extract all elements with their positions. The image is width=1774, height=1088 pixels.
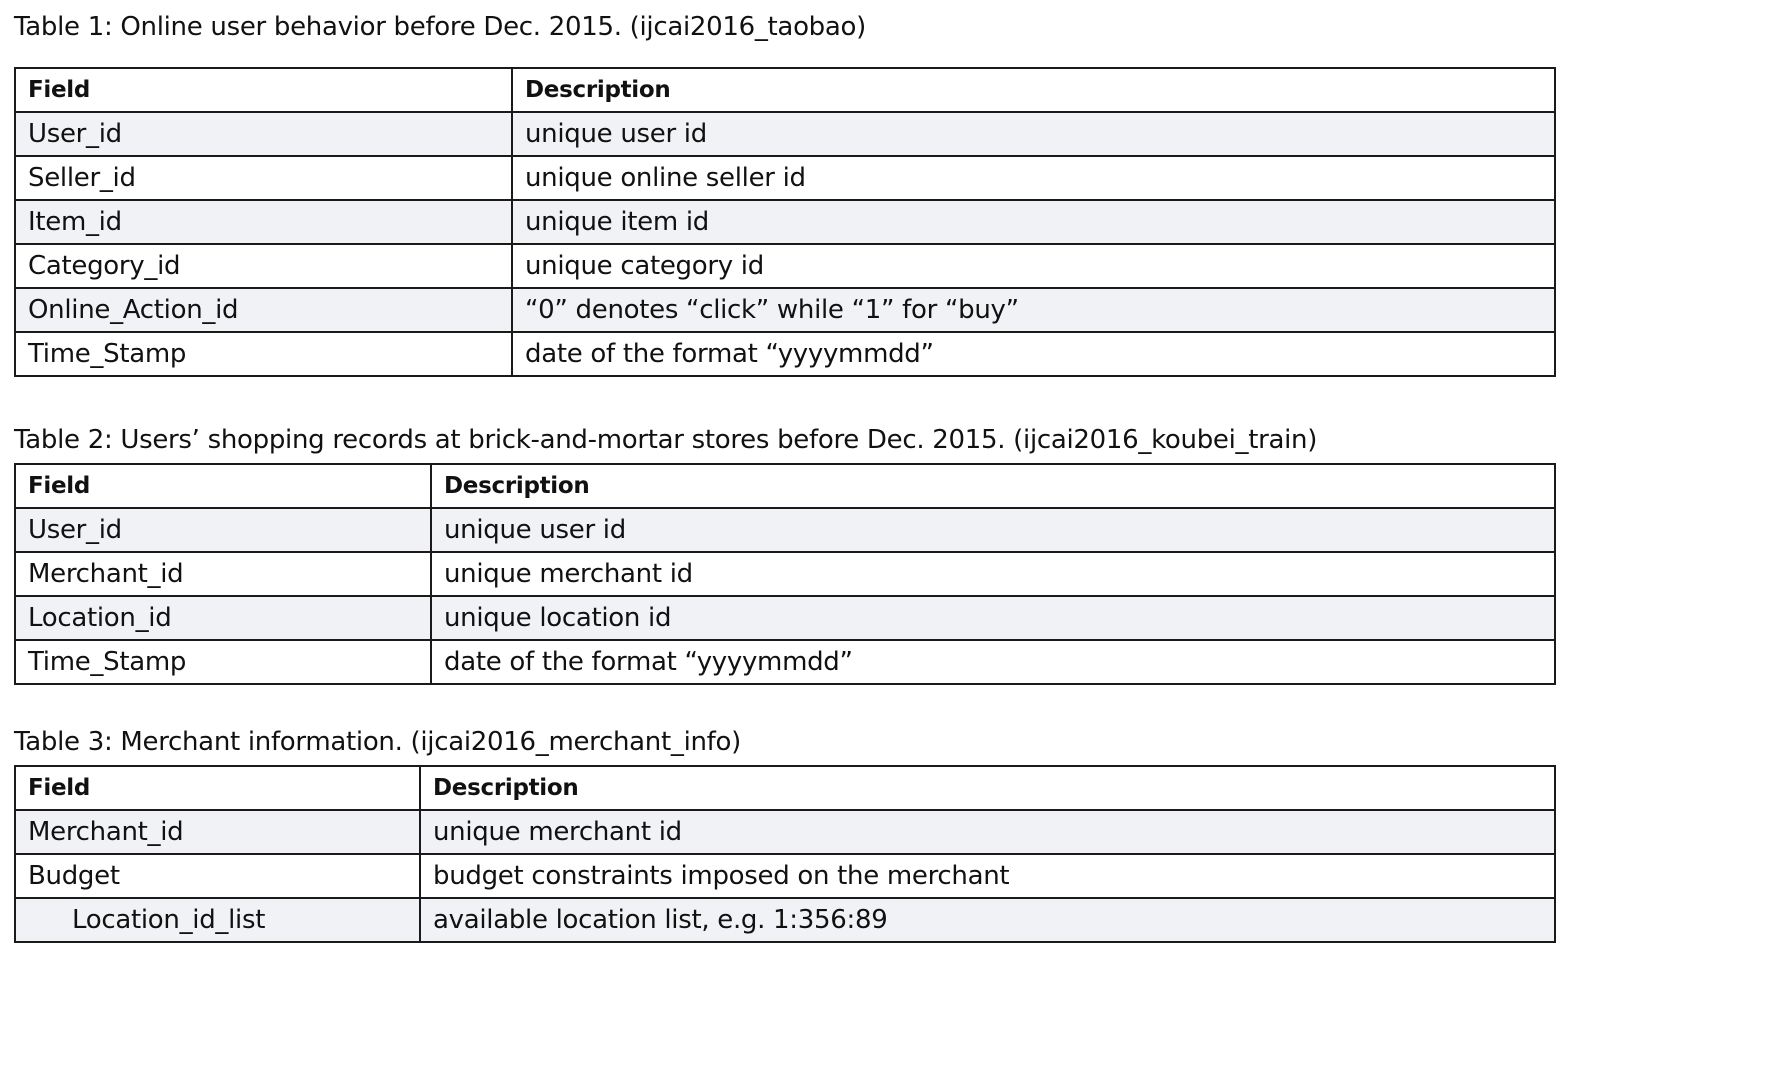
cell-field: Time_Stamp bbox=[14, 331, 513, 377]
table-row: Merchant_id unique merchant id bbox=[14, 809, 1556, 855]
cell-description: unique merchant id bbox=[419, 809, 1556, 855]
cell-field: Category_id bbox=[14, 243, 513, 289]
table-header-row: Field Description bbox=[14, 67, 1556, 113]
cell-field: User_id bbox=[14, 507, 432, 553]
cell-field: Location_id bbox=[14, 595, 432, 641]
table-row: User_id unique user id bbox=[14, 111, 1556, 157]
header-description: Description bbox=[419, 765, 1556, 811]
cell-field: Online_Action_id bbox=[14, 287, 513, 333]
cell-description: unique merchant id bbox=[430, 551, 1556, 597]
header-description: Description bbox=[511, 67, 1556, 113]
cell-description: unique user id bbox=[430, 507, 1556, 553]
table-row: Location_id_list available location list… bbox=[14, 897, 1556, 943]
cell-description: unique item id bbox=[511, 199, 1556, 245]
header-field: Field bbox=[14, 463, 432, 509]
table-2-caption: Table 2: Users’ shopping records at bric… bbox=[14, 425, 1318, 455]
table-header-row: Field Description bbox=[14, 463, 1556, 509]
cell-description: date of the format “yyyymmdd” bbox=[430, 639, 1556, 685]
table-row: Time_Stamp date of the format “yyyymmdd” bbox=[14, 639, 1556, 685]
table-row: Item_id unique item id bbox=[14, 199, 1556, 245]
cell-field: User_id bbox=[14, 111, 513, 157]
cell-field: Budget bbox=[14, 853, 421, 899]
table-2: Field Description User_id unique user id… bbox=[14, 463, 1556, 685]
header-field: Field bbox=[14, 765, 421, 811]
cell-field: Location_id_list bbox=[14, 897, 421, 943]
cell-description: unique location id bbox=[430, 595, 1556, 641]
cell-description: date of the format “yyyymmdd” bbox=[511, 331, 1556, 377]
table-row: Location_id unique location id bbox=[14, 595, 1556, 641]
table-row: Category_id unique category id bbox=[14, 243, 1556, 289]
cell-field: Seller_id bbox=[14, 155, 513, 201]
table-header-row: Field Description bbox=[14, 765, 1556, 811]
cell-description: unique category id bbox=[511, 243, 1556, 289]
table-row: Time_Stamp date of the format “yyyymmdd” bbox=[14, 331, 1556, 377]
table-1: Field Description User_id unique user id… bbox=[14, 67, 1556, 377]
cell-description: “0” denotes “click” while “1” for “buy” bbox=[511, 287, 1556, 333]
header-description: Description bbox=[430, 463, 1556, 509]
cell-description: unique online seller id bbox=[511, 155, 1556, 201]
table-1-caption: Table 1: Online user behavior before Dec… bbox=[14, 12, 866, 42]
table-3: Field Description Merchant_id unique mer… bbox=[14, 765, 1556, 943]
table-row: User_id unique user id bbox=[14, 507, 1556, 553]
table-row: Merchant_id unique merchant id bbox=[14, 551, 1556, 597]
cell-field: Item_id bbox=[14, 199, 513, 245]
table-2-section: Table 2: Users’ shopping records at bric… bbox=[14, 423, 1556, 685]
table-row: Online_Action_id “0” denotes “click” whi… bbox=[14, 287, 1556, 333]
cell-field: Merchant_id bbox=[14, 551, 432, 597]
table-row: Seller_id unique online seller id bbox=[14, 155, 1556, 201]
cell-field: Merchant_id bbox=[14, 809, 421, 855]
cell-description: unique user id bbox=[511, 111, 1556, 157]
table-1-section: Table 1: Online user behavior before Dec… bbox=[14, 10, 1556, 377]
table-row: Budget budget constraints imposed on the… bbox=[14, 853, 1556, 899]
cell-description: budget constraints imposed on the mercha… bbox=[419, 853, 1556, 899]
table-3-caption: Table 3: Merchant information. (ijcai201… bbox=[14, 727, 741, 757]
header-field: Field bbox=[14, 67, 513, 113]
cell-field: Time_Stamp bbox=[14, 639, 432, 685]
table-3-section: Table 3: Merchant information. (ijcai201… bbox=[14, 725, 1556, 943]
cell-description: available location list, e.g. 1:356:89 bbox=[419, 897, 1556, 943]
